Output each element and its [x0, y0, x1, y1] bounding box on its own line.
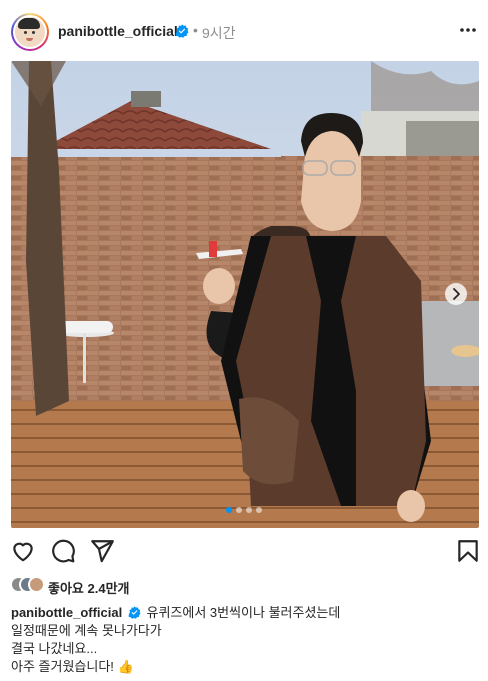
carousel-dot — [256, 507, 262, 513]
bookmark-icon[interactable] — [455, 538, 481, 564]
liker-avatar — [28, 576, 45, 593]
post-caption: panibottle_official 유퀴즈에서 3번씩이나 불러주셨는데 일… — [11, 604, 479, 676]
post-header: panibottle_official • 9시간 — [0, 0, 488, 62]
carousel-indicator — [226, 507, 262, 513]
post-time[interactable]: 9시간 — [202, 23, 236, 43]
profile-avatar[interactable] — [11, 13, 49, 51]
post-image[interactable] — [11, 61, 479, 528]
more-horizontal-icon[interactable] — [459, 24, 477, 36]
post-photo-illustration — [11, 61, 479, 528]
verified-badge-icon — [175, 24, 189, 38]
verified-badge-icon — [128, 606, 141, 619]
likes-count[interactable]: 좋아요 2.4만개 — [48, 578, 129, 597]
chevron-right-icon — [453, 288, 460, 300]
carousel-dot — [246, 507, 252, 513]
carousel-dot — [226, 507, 232, 513]
caption-line: 결국 나갔네요... — [11, 641, 98, 656]
send-icon[interactable] — [89, 538, 115, 564]
caption-username[interactable]: panibottle_official — [11, 605, 122, 620]
post-actions — [0, 538, 488, 568]
carousel-next-button[interactable] — [445, 283, 467, 305]
header-separator: • — [193, 22, 198, 38]
heart-icon[interactable] — [10, 538, 36, 564]
caption-line: 유퀴즈에서 3번씩이나 불러주셨는데 — [146, 605, 341, 620]
carousel-dot — [236, 507, 242, 513]
comment-icon[interactable] — [50, 538, 76, 564]
caption-line: 아주 즐거웠습니다! 👍 — [11, 659, 134, 674]
post-username[interactable]: panibottle_official — [58, 23, 178, 39]
caption-line: 일정때문에 계속 못나가다가 — [11, 623, 162, 638]
